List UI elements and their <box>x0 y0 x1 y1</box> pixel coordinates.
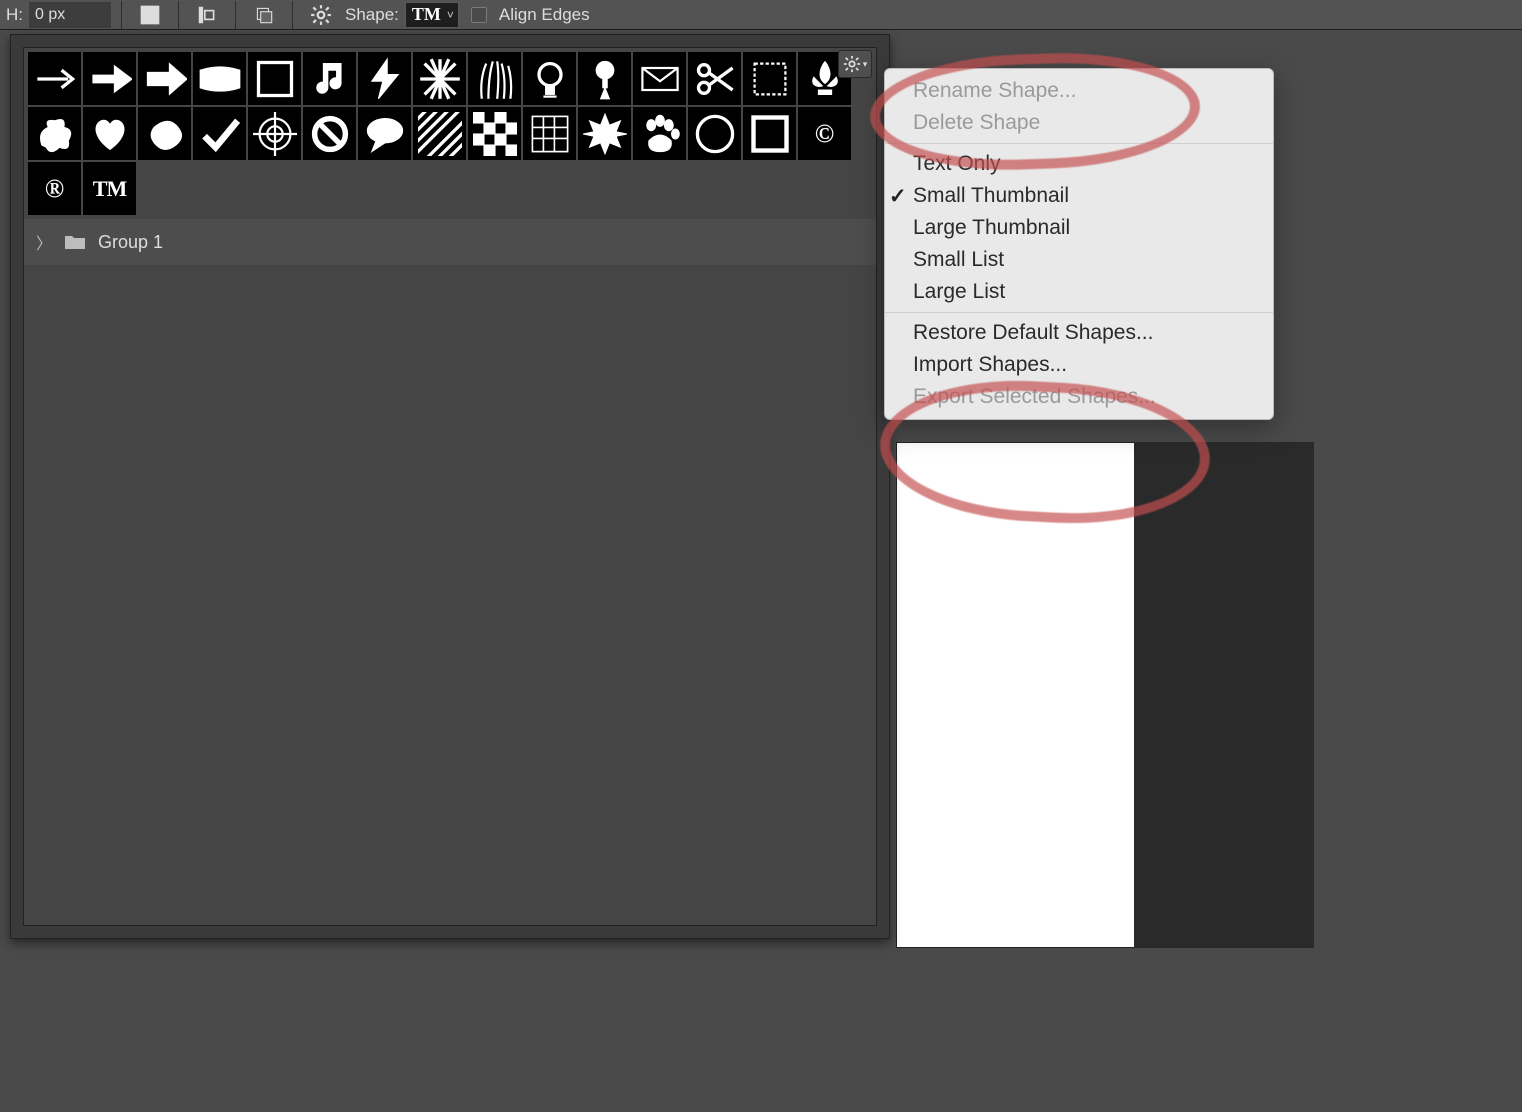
folder-icon <box>64 233 86 251</box>
shape-paw[interactable] <box>633 107 686 160</box>
shape-trademark[interactable]: TM <box>83 162 136 215</box>
shape-pushpin[interactable] <box>578 52 631 105</box>
shape-registered[interactable]: ® <box>28 162 81 215</box>
shape-grass[interactable] <box>468 52 521 105</box>
shape-starburst[interactable] <box>578 107 631 160</box>
arrange-icon[interactable] <box>250 1 278 29</box>
height-input[interactable] <box>29 2 111 28</box>
separator <box>121 1 122 29</box>
chevron-down-icon: ▾ <box>863 59 868 70</box>
menu-item-large-list[interactable]: Large List <box>885 276 1273 308</box>
separator <box>178 1 179 29</box>
panel-menu-button[interactable]: ▾ <box>838 50 872 78</box>
shape-blob[interactable] <box>138 107 191 160</box>
shape-speech-bubble[interactable] <box>358 107 411 160</box>
menu-item-delete-shape[interactable]: Delete Shape <box>885 107 1273 139</box>
shape-grid[interactable] <box>523 107 576 160</box>
shape-no-symbol[interactable] <box>303 107 356 160</box>
menu-item-restore-defaults[interactable]: Restore Default Shapes... <box>885 317 1273 349</box>
menu-item-label: Small Thumbnail <box>913 184 1069 208</box>
shape-diagonal-lines[interactable] <box>413 107 466 160</box>
shape-grid: © ®TM <box>24 48 876 215</box>
shape-checkmark[interactable] <box>193 107 246 160</box>
menu-item-import-shapes[interactable]: Import Shapes... <box>885 349 1273 381</box>
shape-picker-inner: © ®TM 〉 Group 1 <box>23 47 877 926</box>
menu-item-export-shapes[interactable]: Export Selected Shapes... <box>885 381 1273 413</box>
shape-lightning[interactable] <box>358 52 411 105</box>
chevron-right-icon: 〉 <box>36 230 52 254</box>
shape-bulb[interactable] <box>523 52 576 105</box>
separator <box>235 1 236 29</box>
menu-item-text-only[interactable]: Text Only <box>885 148 1273 180</box>
options-bar: H: Shape: TM ˅ Align Edges <box>0 0 1522 30</box>
shape-stamp[interactable] <box>743 52 796 105</box>
align-icon[interactable] <box>193 1 221 29</box>
separator <box>292 1 293 29</box>
shape-circle-outline[interactable] <box>688 107 741 160</box>
shape-arrow-thin[interactable] <box>28 52 81 105</box>
fill-swatch[interactable] <box>136 1 164 29</box>
shape-banner[interactable] <box>193 52 246 105</box>
menu-item-small-list[interactable]: Small List <box>885 244 1273 276</box>
shape-copyright[interactable]: © <box>798 107 851 160</box>
shape-floral[interactable] <box>28 107 81 160</box>
shape-burst-star[interactable] <box>413 52 466 105</box>
align-edges-checkbox[interactable] <box>471 7 487 23</box>
checkmark-icon: ✓ <box>889 184 907 209</box>
chevron-down-icon: ˅ <box>447 8 454 22</box>
gear-icon[interactable] <box>307 1 335 29</box>
shape-swatch-thumb: TM <box>410 4 443 25</box>
shape-music-note[interactable] <box>303 52 356 105</box>
shape-arrow-bold[interactable] <box>83 52 136 105</box>
menu-item-small-thumbnail[interactable]: ✓ Small Thumbnail <box>885 180 1273 212</box>
shape-arrow-block[interactable] <box>138 52 191 105</box>
shape-label: Shape: <box>345 5 399 25</box>
shape-scissors[interactable] <box>688 52 741 105</box>
pasteboard <box>1134 442 1314 948</box>
shape-picker-swatch[interactable]: TM ˅ <box>405 2 459 28</box>
panel-flyout-menu: Rename Shape... Delete Shape Text Only ✓… <box>884 68 1274 420</box>
gear-icon <box>843 55 861 73</box>
menu-separator <box>885 312 1273 313</box>
shape-heart[interactable] <box>83 107 136 160</box>
group-name: Group 1 <box>98 232 163 253</box>
menu-separator <box>885 143 1273 144</box>
menu-item-rename-shape[interactable]: Rename Shape... <box>885 75 1273 107</box>
shape-crosshair[interactable] <box>248 107 301 160</box>
canvas-white-area[interactable] <box>896 442 1136 948</box>
shape-square-outline[interactable] <box>743 107 796 160</box>
shape-picker-panel: © ®TM 〉 Group 1 <box>10 34 890 939</box>
shape-frame[interactable] <box>248 52 301 105</box>
shape-envelope[interactable] <box>633 52 686 105</box>
group-row[interactable]: 〉 Group 1 <box>24 219 876 265</box>
height-label: H: <box>6 5 23 25</box>
menu-item-large-thumbnail[interactable]: Large Thumbnail <box>885 212 1273 244</box>
shape-checker[interactable] <box>468 107 521 160</box>
align-edges-label: Align Edges <box>499 5 590 25</box>
